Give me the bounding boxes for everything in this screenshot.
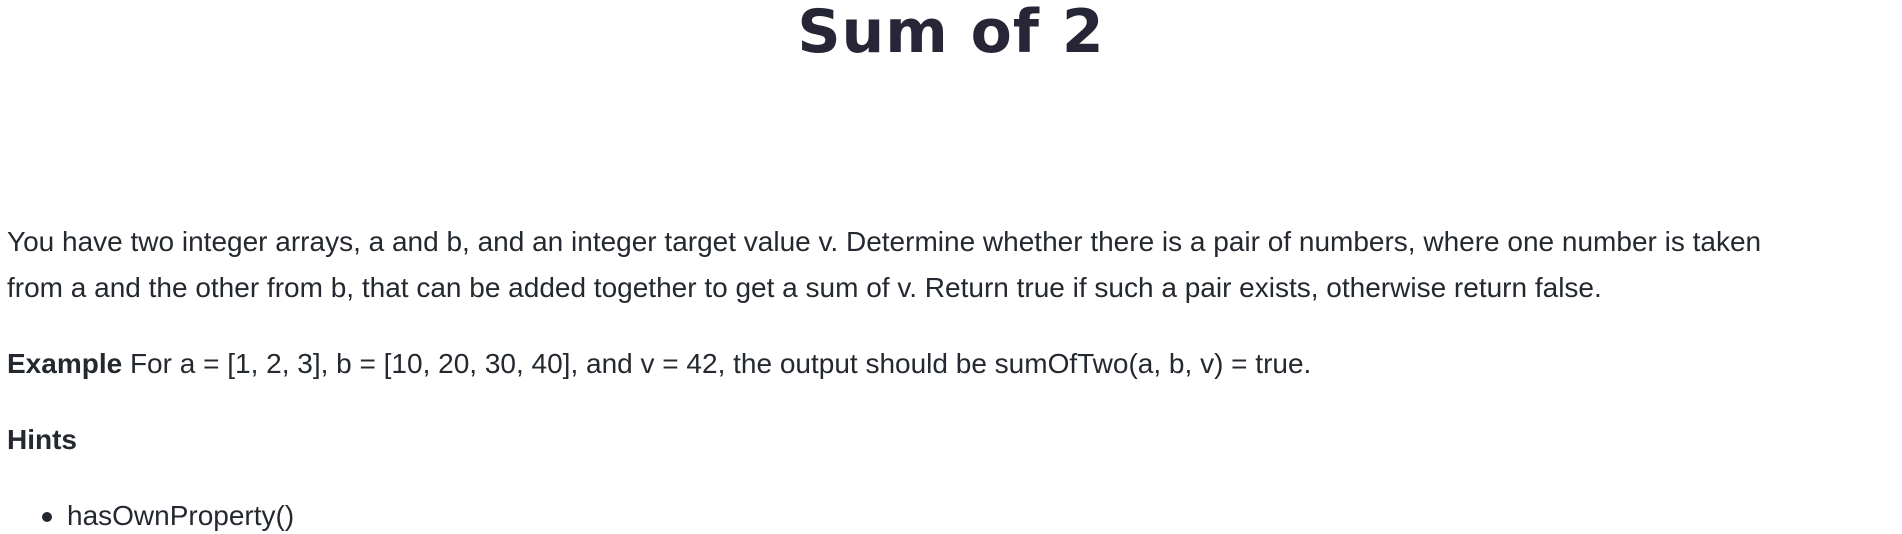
problem-content: You have two integer arrays, a and b, an… bbox=[7, 219, 1902, 534]
hints-list: hasOwnProperty() bbox=[7, 493, 1902, 534]
example-paragraph: Example For a = [1, 2, 3], b = [10, 20, … bbox=[7, 341, 1902, 387]
example-label: Example bbox=[7, 348, 123, 379]
bullet-icon bbox=[42, 512, 52, 522]
description-line-1: You have two integer arrays, a and b, an… bbox=[7, 226, 1762, 257]
description-line-2: from a and the other from b, that can be… bbox=[7, 272, 1602, 303]
page-title: Sum of 2 bbox=[797, 0, 1105, 67]
hint-item: hasOwnProperty() bbox=[7, 493, 1902, 534]
hints-heading: Hints bbox=[7, 424, 77, 455]
example-text: For a = [1, 2, 3], b = [10, 20, 30, 40],… bbox=[122, 348, 1312, 379]
problem-page: Sum of 2 You have two integer arrays, a … bbox=[0, 0, 1902, 534]
hint-text: hasOwnProperty() bbox=[67, 500, 295, 531]
